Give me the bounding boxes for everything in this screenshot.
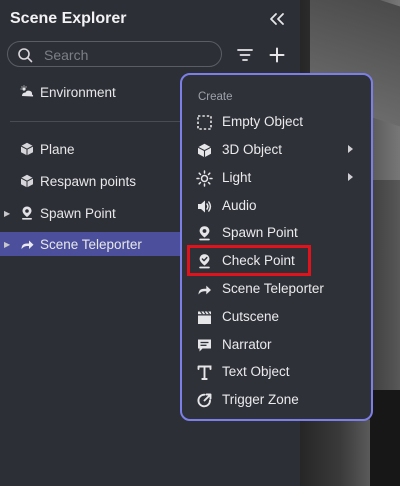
menu-item-label: Scene Teleporter <box>222 281 324 296</box>
tree-item-label: Spawn Point <box>40 205 116 221</box>
search-icon <box>18 48 33 63</box>
teleport-arrow-icon <box>21 240 34 249</box>
menu-item-text-object[interactable]: Text Object <box>182 359 371 385</box>
environment-icon <box>20 85 34 97</box>
sun-icon <box>196 170 213 187</box>
menu-item-label: Cutscene <box>222 309 280 324</box>
dashed-square-icon <box>197 115 212 130</box>
expand-caret-icon[interactable]: ▶ <box>4 240 12 249</box>
menu-header: Create <box>198 91 233 103</box>
add-object-button[interactable] <box>267 45 287 65</box>
tree-item-label: Scene Teleporter <box>40 236 142 252</box>
clapperboard-icon <box>198 311 211 324</box>
menu-item-scene-teleporter[interactable]: Scene Teleporter <box>182 276 371 302</box>
menu-item-label: Audio <box>222 198 257 213</box>
menu-item-light[interactable]: Light <box>182 165 371 191</box>
cube-icon <box>20 174 34 188</box>
highlight-box <box>187 245 311 276</box>
menu-item-3d-object[interactable]: 3D Object <box>182 137 371 163</box>
submenu-arrow-icon <box>348 145 353 153</box>
menu-item-label: Light <box>222 170 252 185</box>
plus-icon <box>269 47 285 63</box>
expand-caret-icon[interactable]: ▶ <box>4 209 12 218</box>
filter-icon <box>237 49 253 61</box>
double-chevron-left-icon <box>270 13 284 25</box>
menu-item-spawn-point[interactable]: Spawn Point <box>182 220 371 246</box>
menu-item-cutscene[interactable]: Cutscene <box>182 304 371 330</box>
menu-item-label: Empty Object <box>222 114 304 129</box>
teleport-arrow-icon <box>198 285 211 295</box>
spawn-pin-icon <box>199 226 210 241</box>
menu-item-empty-object[interactable]: Empty Object <box>182 109 371 135</box>
speaker-icon <box>198 200 212 213</box>
menu-item-label: Trigger Zone <box>222 392 299 407</box>
tree-item-label: Plane <box>40 141 75 157</box>
menu-item-label: 3D Object <box>222 142 283 157</box>
trigger-zone-icon <box>197 393 212 408</box>
spawn-pin-icon <box>22 206 32 220</box>
filter-button[interactable] <box>235 45 255 65</box>
panel-title: Scene Explorer <box>10 10 127 27</box>
search-input[interactable] <box>42 44 216 66</box>
speech-bubble-icon <box>198 339 211 352</box>
menu-item-audio[interactable]: Audio <box>182 193 371 219</box>
menu-item-label: Text Object <box>222 364 290 379</box>
cube-icon <box>197 143 212 158</box>
search-box <box>7 41 222 67</box>
text-t-icon <box>197 365 212 380</box>
tree-item-label: Respawn points <box>40 173 137 189</box>
menu-item-label: Spawn Point <box>222 225 298 240</box>
submenu-arrow-icon <box>348 173 353 181</box>
collapse-panel-button[interactable] <box>266 10 288 28</box>
tree-item-label: Environment <box>40 84 116 100</box>
menu-item-trigger-zone[interactable]: Trigger Zone <box>182 387 371 413</box>
viewport-object <box>370 390 400 486</box>
menu-item-narrator[interactable]: Narrator <box>182 332 371 358</box>
menu-item-label: Narrator <box>222 337 272 352</box>
cube-icon <box>20 142 34 156</box>
